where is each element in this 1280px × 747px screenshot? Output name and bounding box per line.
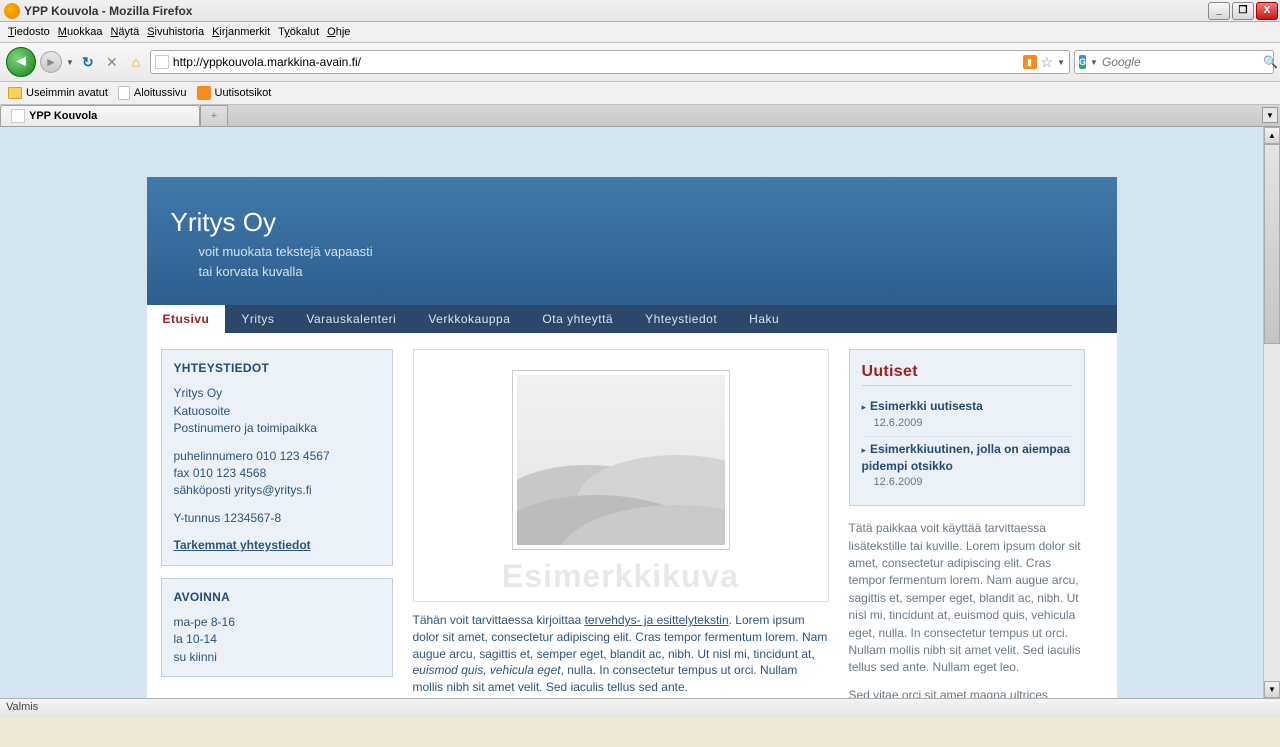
tab-list-button[interactable]: ▼ xyxy=(1262,107,1278,123)
menu-tiedosto[interactable]: Tiedosto xyxy=(8,26,50,38)
site-subtitle-1: voit muokata tekstejä vapaasti xyxy=(199,242,1093,262)
news-box: Uutiset ▸Esimerkki uutisesta 12.6.2009 ▸… xyxy=(849,349,1085,506)
window-title: YPP Kouvola - Mozilla Firefox xyxy=(24,4,1208,18)
bookmark-useimmin-avatut[interactable]: Useimmin avatut xyxy=(8,86,108,100)
site-title: Yritys Oy xyxy=(171,207,1093,238)
history-dropdown[interactable]: ▼ xyxy=(66,58,74,67)
navigation-toolbar: ◄ ► ▼ ↻ ✕ ⌂ ▮ ☆ ▼ G ▼ 🔍 xyxy=(0,43,1280,82)
nav-etusivu[interactable]: Etusivu xyxy=(147,305,226,333)
minimize-button[interactable]: _ xyxy=(1208,2,1230,20)
rss-icon[interactable]: ▮ xyxy=(1023,55,1037,69)
contact-email[interactable]: yritys@yritys.fi xyxy=(234,483,312,497)
news-link-2[interactable]: Esimerkkiuutinen, jolla on aiempaa pidem… xyxy=(862,442,1071,473)
image-caption: Esimerkkikuva xyxy=(424,558,818,595)
bookmark-aloitussivu[interactable]: Aloitussivu xyxy=(118,86,187,100)
tab-strip: YPP Kouvola + ▼ xyxy=(0,105,1280,127)
bookmark-uutisotsikot[interactable]: Uutisotsikot xyxy=(197,86,272,100)
contact-heading: YHTEYSTIEDOT xyxy=(174,360,380,377)
search-engine-dropdown[interactable]: ▼ xyxy=(1090,58,1098,67)
nav-ota-yhteytta[interactable]: Ota yhteyttä xyxy=(526,305,629,333)
close-button[interactable]: X xyxy=(1256,2,1278,20)
bookmarks-toolbar: Useimmin avatut Aloitussivu Uutisotsikot xyxy=(0,82,1280,105)
content-viewport: Yritys Oy voit muokata tekstejä vapaasti… xyxy=(0,127,1280,698)
scroll-thumb[interactable] xyxy=(1264,144,1280,344)
back-button[interactable]: ◄ xyxy=(6,47,36,77)
scroll-up-button[interactable]: ▲ xyxy=(1264,127,1280,144)
statusbar: Valmis xyxy=(0,698,1280,718)
titlebar: YPP Kouvola - Mozilla Firefox _ ❐ X xyxy=(0,0,1280,22)
stop-button[interactable]: ✕ xyxy=(102,52,122,72)
firefox-icon xyxy=(4,3,20,19)
url-input[interactable] xyxy=(173,55,1019,69)
example-image-frame: Esimerkkikuva xyxy=(413,349,829,602)
news-item: ▸Esimerkki uutisesta 12.6.2009 xyxy=(862,394,1072,436)
banner: Yritys Oy voit muokata tekstejä vapaasti… xyxy=(147,177,1117,305)
document-icon xyxy=(118,86,130,100)
page-icon xyxy=(155,55,169,69)
nav-varauskalenteri[interactable]: Varauskalenteri xyxy=(290,305,412,333)
contact-more-link[interactable]: Tarkemmat yhteystiedot xyxy=(174,538,311,552)
search-go-icon[interactable]: 🔍 xyxy=(1263,55,1278,69)
news-date: 12.6.2009 xyxy=(862,416,1072,432)
menu-sivuhistoria[interactable]: Sivuhistoria xyxy=(147,26,204,38)
menubar: Tiedosto Muokkaa Näytä Sivuhistoria Kirj… xyxy=(0,22,1280,43)
bullet-icon: ▸ xyxy=(862,402,867,412)
news-date: 12.6.2009 xyxy=(862,475,1072,491)
url-bar[interactable]: ▮ ☆ ▼ xyxy=(150,50,1070,74)
menu-muokkaa[interactable]: Muokkaa xyxy=(58,26,103,38)
menu-ohje[interactable]: Ohje xyxy=(327,26,350,38)
scroll-down-button[interactable]: ▼ xyxy=(1264,681,1280,698)
tab-ypp-kouvola[interactable]: YPP Kouvola xyxy=(0,105,200,126)
rss-icon xyxy=(197,86,211,100)
site-nav: Etusivu Yritys Varauskalenteri Verkkokau… xyxy=(147,305,1117,333)
menu-tyokalut[interactable]: Työkalut xyxy=(278,26,319,38)
greeting-link[interactable]: tervehdys- ja esittelytekstin xyxy=(585,613,729,627)
example-image xyxy=(512,370,730,550)
hours-heading: AVOINNA xyxy=(174,589,380,606)
body-text: Tähän voit tarvittaessa kirjoittaa terve… xyxy=(413,612,829,696)
vertical-scrollbar[interactable]: ▲ ▼ xyxy=(1263,127,1280,698)
search-input[interactable] xyxy=(1102,55,1259,69)
nav-haku[interactable]: Haku xyxy=(733,305,795,333)
nav-verkkokauppa[interactable]: Verkkokauppa xyxy=(412,305,526,333)
nav-yhteystiedot[interactable]: Yhteystiedot xyxy=(629,305,733,333)
menu-kirjanmerkit[interactable]: Kirjanmerkit xyxy=(212,26,270,38)
page-icon xyxy=(11,109,25,123)
tab-label: YPP Kouvola xyxy=(29,110,97,122)
news-heading: Uutiset xyxy=(862,360,1072,386)
news-link-1[interactable]: Esimerkki uutisesta xyxy=(870,399,983,413)
search-bar[interactable]: G ▼ 🔍 xyxy=(1074,50,1274,74)
home-button[interactable]: ⌂ xyxy=(126,52,146,72)
folder-icon xyxy=(8,87,22,99)
menu-nayta[interactable]: Näytä xyxy=(110,26,139,38)
google-icon[interactable]: G xyxy=(1079,55,1086,69)
bookmark-star-icon[interactable]: ☆ xyxy=(1041,54,1054,71)
side-text: Tätä paikkaa voit käyttää tarvittaessa l… xyxy=(849,520,1085,698)
bullet-icon: ▸ xyxy=(862,445,867,455)
new-tab-button[interactable]: + xyxy=(200,105,228,126)
url-dropdown[interactable]: ▼ xyxy=(1057,58,1065,67)
maximize-button[interactable]: ❐ xyxy=(1232,2,1254,20)
contact-box: YHTEYSTIEDOT Yritys Oy Katuosoite Postin… xyxy=(161,349,393,566)
nav-yritys[interactable]: Yritys xyxy=(225,305,290,333)
hours-box: AVOINNA ma-pe 8-16 la 10-14 su kiinni xyxy=(161,578,393,678)
news-item: ▸Esimerkkiuutinen, jolla on aiempaa pide… xyxy=(862,437,1072,496)
site-subtitle-2: tai korvata kuvalla xyxy=(199,262,1093,282)
reload-button[interactable]: ↻ xyxy=(78,52,98,72)
status-text: Valmis xyxy=(6,701,38,713)
forward-button[interactable]: ► xyxy=(40,51,62,73)
